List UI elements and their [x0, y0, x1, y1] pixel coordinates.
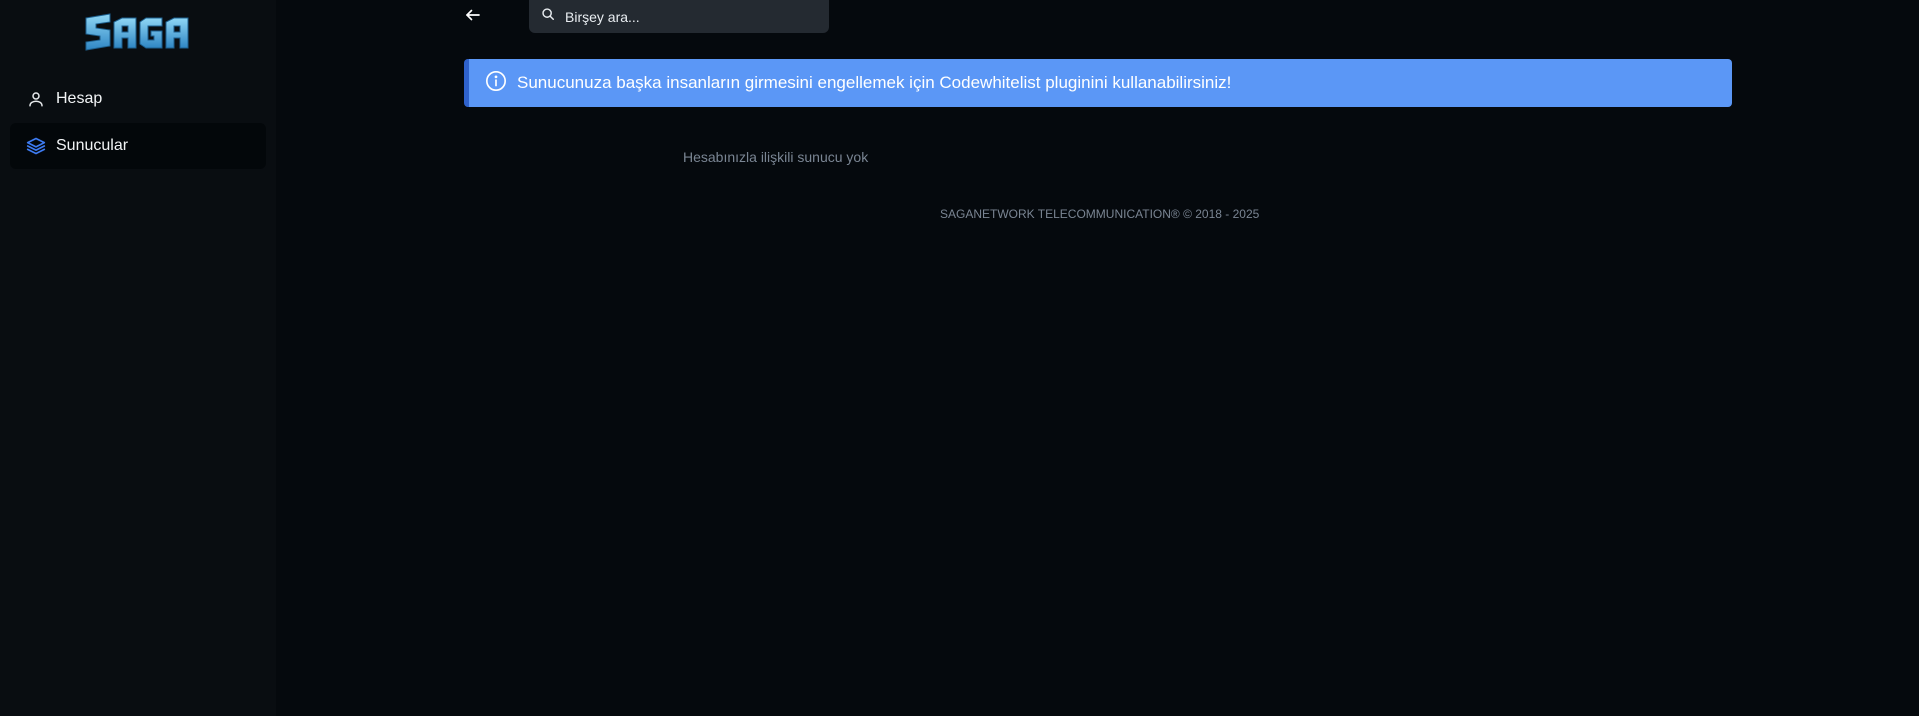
sidebar-item-hesap[interactable]: Hesap [10, 76, 266, 122]
back-button[interactable] [462, 6, 484, 28]
sidebar-item-label: Hesap [56, 90, 103, 107]
search-icon [541, 7, 555, 26]
empty-servers-message: Hesabınızla ilişkili sunucu yok [683, 149, 869, 165]
layers-icon [26, 136, 46, 156]
sidebar: Hesap Sunucular [0, 0, 276, 716]
search-bar[interactable] [529, 0, 829, 33]
main-content: Sunucunuza başka insanların girmesini en… [276, 0, 1919, 716]
info-icon [485, 70, 507, 97]
sidebar-item-sunucular[interactable]: Sunucular [10, 123, 266, 169]
saga-logo[interactable] [84, 12, 192, 52]
footer-copyright: SAGANETWORK TELECOMMUNICATION® © 2018 - … [940, 207, 1260, 221]
sidebar-item-label: Sunucular [56, 137, 129, 154]
arrow-left-icon [464, 6, 482, 29]
user-icon [26, 89, 46, 109]
alert-message: Sunucunuza başka insanların girmesini en… [517, 73, 1232, 92]
search-input[interactable] [563, 7, 813, 26]
info-alert: Sunucunuza başka insanların girmesini en… [464, 59, 1732, 107]
